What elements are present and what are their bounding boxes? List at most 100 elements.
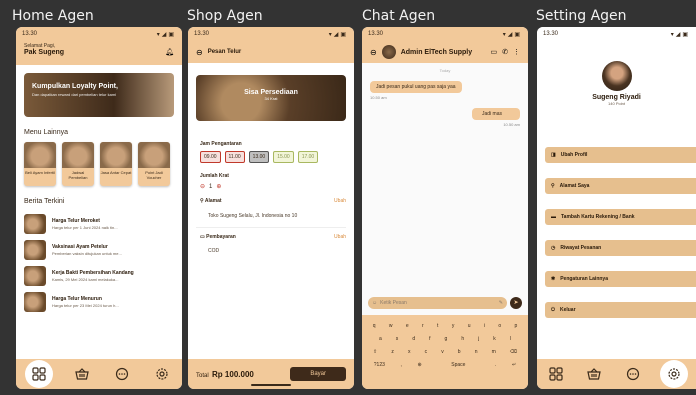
payment-label-text: Pembayaran [206,234,236,240]
key[interactable]: m [492,349,496,355]
address-value: Toko Sugeng Selalu, Jl. Indonesia no 10 [208,213,298,219]
menu-card-voucher[interactable]: Point Jadi Voucher [138,142,170,186]
news-title: Berita Terkini [24,198,65,205]
news-item[interactable]: Vaksinasi Ayam Petelur Pemberian vaksin d… [16,237,182,263]
key[interactable]: n [475,349,478,355]
settings-item-kartu[interactable]: ▬ Tambah Kartu Rekening / Bank [545,209,696,225]
key-dot[interactable]: . [495,362,496,368]
profile-avatar[interactable] [601,61,632,91]
phone-icon[interactable]: ✆ [502,48,508,56]
key[interactable]: v [441,349,444,355]
key[interactable]: h [461,336,464,342]
payment-row: ▭ Pembayaran Ubah [200,234,346,240]
back-arrow-icon[interactable]: ⊖ [196,48,203,57]
basket-icon[interactable] [71,363,93,385]
more-icon[interactable]: ⋮ [513,48,520,56]
settings-item-riwayat[interactable]: ◷ Riwayat Pesanan [545,240,696,256]
settings-item-label: Ubah Profil [560,152,588,158]
key[interactable]: u [468,323,471,329]
globe-key-icon[interactable]: ⊕ [417,362,421,368]
key[interactable]: d [412,336,415,342]
user-name: Pak Sugeng [24,49,65,56]
send-icon[interactable]: ➤ [510,297,522,309]
key[interactable]: x [408,349,411,355]
menu-card-jasa-antar[interactable]: Jasa Antar Cepat [100,142,132,186]
settings-item-alamat[interactable]: ⚲ Alamat Saya [545,178,696,194]
loyalty-banner[interactable]: Kumpulkan Loyalty Point, Dan dapatkan re… [24,73,174,117]
grid-icon[interactable] [25,360,53,388]
settings-item-label: Alamat Saya [559,183,590,189]
key[interactable]: c [425,349,428,355]
menu-image [24,142,56,168]
shop-header-title: Pesan Telur [207,49,242,55]
chat-bubble-icon[interactable] [622,363,644,385]
news-image [24,292,46,312]
time-slot-1700[interactable]: 17.00 [297,151,319,163]
key[interactable]: t [437,323,438,329]
time-slot-0900[interactable]: 09.00 [200,151,221,163]
attach-icon[interactable]: ✎ [499,300,507,306]
settings-item-ubah-profil[interactable]: ◨ Ubah Profil [545,147,696,163]
key-numbers[interactable]: ?123 [374,362,385,368]
back-arrow-icon[interactable]: ⊖ [370,48,377,57]
gear-icon[interactable] [659,360,688,388]
news-item[interactable]: Harga Telur Menurun Harga telur per 23 Me… [16,289,182,315]
contact-avatar[interactable] [381,45,396,59]
key[interactable]: k [493,336,496,342]
message-bubble: Jadi mas [471,108,520,120]
key-row: asdfghjkl [366,332,524,345]
chat-bubble-icon[interactable] [111,363,133,385]
key-space[interactable]: Space [437,362,479,368]
key[interactable]: l [510,336,511,342]
key[interactable]: z [391,349,394,355]
menu-card-beli-ayam[interactable]: Beli Ayam Infertil [24,142,56,186]
key[interactable]: s [396,336,399,342]
key[interactable]: o [498,323,501,329]
gear-icon[interactable] [151,363,173,385]
time-slot-1100[interactable]: 11.00 [224,151,245,163]
plus-icon[interactable]: ⊕ [216,183,221,190]
grid-icon[interactable] [545,363,567,385]
backspace-key-icon[interactable]: ⌫ [510,349,517,355]
status-bar: 13.30 ▾◢▣ [188,27,354,41]
settings-item-pengaturan[interactable]: ✱ Pengaturan Lainnya [545,271,696,287]
basket-icon[interactable] [583,363,605,385]
key[interactable]: g [445,336,448,342]
message-input[interactable]: ☺ Ketik Pesan ✎ [368,297,507,309]
menu-card-jadwal[interactable]: Jadwal Pembelian [62,142,94,186]
settings-item-label: Keluar [559,307,576,313]
key[interactable]: w [389,323,393,329]
time-slot-1500[interactable]: 15.00 [273,151,294,163]
total-value: Rp 100.000 [212,369,254,379]
key[interactable]: r [422,323,424,329]
key[interactable]: i [484,323,485,329]
address-edit-link[interactable]: Ubah [334,198,346,204]
news-item[interactable]: Kerja Bakti Pembersihan Kandang Kamis, 29… [16,263,182,289]
emoji-icon[interactable]: ☺ [372,300,377,306]
key[interactable]: b [458,349,461,355]
payment-edit-link[interactable]: Ubah [334,234,346,240]
key[interactable]: q [373,323,376,329]
video-call-icon[interactable]: ▭ [491,48,498,56]
news-item[interactable]: Harga Telur Meroket Harga telur per 1 Jun… [16,211,182,237]
enter-key-icon[interactable]: ↵ [512,362,516,368]
settings-item-keluar[interactable]: ⏻ Keluar [545,302,696,318]
key[interactable]: a [379,336,382,342]
shift-key-icon[interactable]: ⇧ [373,349,377,355]
key[interactable]: j [478,336,479,342]
address-label: ⚲ Alamat [200,198,222,204]
key[interactable]: f [429,336,430,342]
pay-button[interactable]: Bayar [290,367,346,381]
key[interactable]: e [406,323,409,329]
key-row: ⇧ z x c v b n m ⌫ [366,345,524,358]
bell-icon[interactable]: 🔔︎ [165,48,174,56]
menu-label: Point Jadi Voucher [145,170,163,180]
keyboard[interactable]: q w e r t y u i o p a s d f g h j k l ⇧ z x c v b n m ⌫ ?123 , … [362,315,528,389]
key[interactable]: y [452,323,455,329]
payment-value: COD [208,248,220,254]
minus-icon[interactable]: ⊖ [200,183,205,190]
key[interactable]: p [515,323,518,329]
time-slot-1300[interactable]: 13.00 [248,151,270,163]
key-comma[interactable]: , [400,362,401,368]
settings-item-label: Pengaturan Lainnya [560,276,608,282]
